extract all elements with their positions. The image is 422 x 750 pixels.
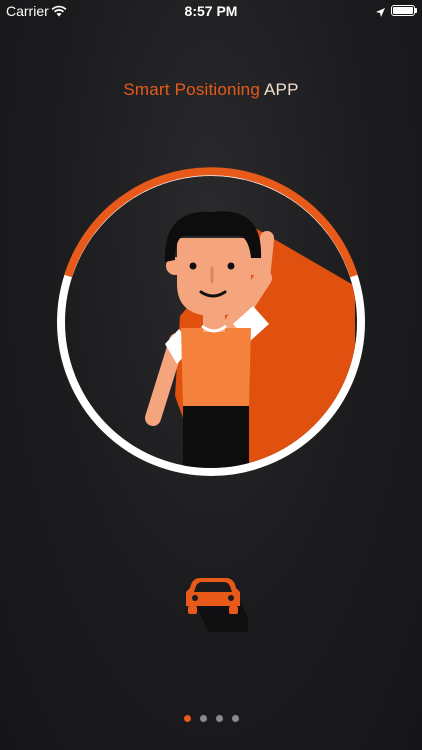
person-waving-illustration <box>57 167 365 476</box>
title-rest-text: APP <box>264 80 299 99</box>
head <box>177 238 251 316</box>
battery-tip <box>415 8 417 13</box>
page-indicator[interactable] <box>0 715 422 722</box>
status-time: 8:57 PM <box>184 3 238 19</box>
title-accent-text: Smart Positioning <box>123 80 260 99</box>
page-dot-2[interactable] <box>199 715 207 722</box>
car-icon <box>186 578 248 632</box>
torso <box>181 328 251 406</box>
page-dot-1[interactable] <box>183 715 191 722</box>
page-dot-4[interactable] <box>231 715 239 722</box>
status-bar: Carrier 8:57 PM <box>0 0 422 22</box>
location-arrow-icon <box>375 5 386 21</box>
battery-icon <box>391 5 415 16</box>
page-dot-3[interactable] <box>215 715 223 722</box>
page-title: Smart Positioning APP <box>0 80 422 100</box>
